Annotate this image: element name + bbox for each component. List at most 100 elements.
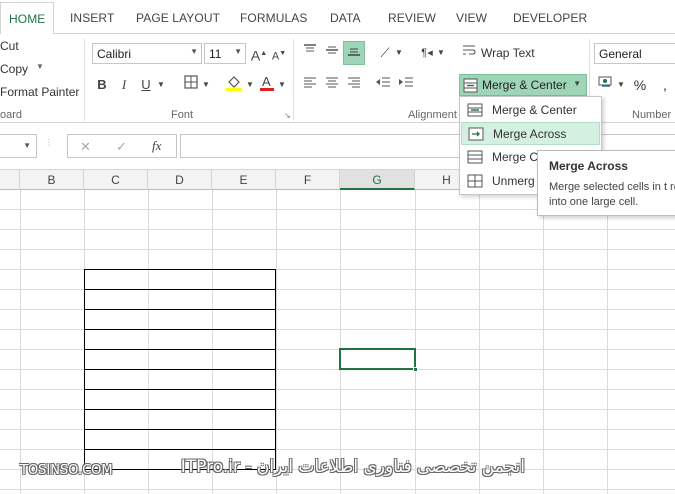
column-header-d[interactable]: D	[148, 170, 212, 190]
merge-center-label: Merge & Center	[482, 78, 567, 92]
column-header-f[interactable]: F	[276, 170, 340, 190]
watermark-right: انجمن تخصصی فناوری اطلاعات ایران - ITPro…	[180, 457, 525, 477]
accounting-format-icon[interactable]	[597, 74, 615, 96]
bold-button[interactable]: B	[95, 74, 109, 96]
comma-style-icon[interactable]: ,	[656, 74, 674, 96]
column-header-g[interactable]: G	[340, 170, 415, 190]
font-color-chevron-down-icon[interactable]: ▼	[278, 74, 286, 96]
number-format-combo[interactable]: General	[594, 43, 675, 64]
top-align-icon[interactable]	[300, 42, 320, 64]
rtl-text-direction-icon[interactable]: ¶◂	[418, 42, 436, 64]
svg-text:A: A	[262, 74, 271, 89]
merge-center-button[interactable]: Merge & Center ▼	[459, 74, 587, 96]
underline-button[interactable]: U	[139, 74, 153, 96]
copy-button[interactable]: Copy	[0, 62, 28, 76]
cut-button[interactable]: Cut	[0, 39, 19, 53]
gridline	[0, 489, 675, 490]
watermark-left: TOSINSO.COM	[20, 463, 113, 478]
italic-button[interactable]: I	[117, 74, 131, 96]
copy-chevron-down-icon[interactable]: ▼	[36, 62, 44, 71]
increase-indent-icon[interactable]	[396, 74, 416, 96]
menu-item-label: Merge C	[492, 150, 539, 164]
range-border-line	[84, 369, 276, 370]
tab-view[interactable]: VIEW	[456, 11, 487, 25]
tab-data[interactable]: DATA	[330, 11, 361, 25]
font-size-combo[interactable]: 11 ▼	[204, 43, 246, 64]
merge-center-icon	[463, 78, 478, 93]
align-left-icon[interactable]	[300, 74, 320, 96]
underline-chevron-down-icon[interactable]: ▼	[157, 74, 165, 96]
range-border-line	[84, 349, 276, 350]
merge-center-icon	[467, 103, 483, 117]
gridline	[0, 249, 675, 250]
active-cell[interactable]	[339, 348, 418, 372]
name-box[interactable]: ▼	[0, 134, 37, 158]
wrap-text-icon	[461, 42, 477, 64]
ribbon-tab-bar: HOME INSERT PAGE LAYOUT FORMULAS DATA RE…	[0, 0, 675, 35]
worksheet-grid[interactable]	[0, 190, 675, 494]
unmerge-cells-icon	[467, 174, 483, 188]
range-border-line	[84, 329, 276, 330]
insert-function-icon[interactable]: fx	[152, 138, 161, 154]
text-direction-chevron-down-icon[interactable]: ▼	[437, 42, 445, 64]
fill-handle[interactable]	[413, 367, 418, 372]
merge-across-icon	[468, 127, 484, 141]
menu-item-label: Merge & Center	[492, 103, 577, 117]
chevron-down-icon: ▼	[234, 47, 242, 56]
tab-insert[interactable]: INSERT	[70, 11, 114, 25]
range-border-line	[84, 409, 276, 410]
chevron-down-icon: ▼	[190, 47, 198, 56]
select-all-corner[interactable]	[0, 170, 20, 190]
align-center-icon[interactable]	[322, 74, 342, 96]
percent-style-button[interactable]: %	[631, 74, 649, 96]
number-group-label: Number	[632, 109, 672, 121]
formula-bar-grip-icon: ⋮	[45, 138, 53, 147]
font-color-icon[interactable]: A	[258, 74, 276, 96]
menu-item-merge-center[interactable]: Merge & Center	[461, 99, 600, 122]
orientation-icon[interactable]: ⟋	[376, 42, 394, 64]
menu-item-merge-across[interactable]: Merge Across	[461, 122, 600, 145]
gridline	[0, 229, 675, 230]
name-box-chevron-down-icon[interactable]: ▼	[23, 141, 31, 150]
align-right-icon[interactable]	[344, 74, 364, 96]
grow-font-icon[interactable]: A▲	[250, 43, 268, 65]
font-name-combo[interactable]: Calibri ▼	[92, 43, 202, 64]
group-divider	[293, 39, 294, 121]
middle-align-icon[interactable]	[322, 42, 342, 64]
shrink-font-icon[interactable]: A▼	[270, 43, 288, 65]
borders-chevron-down-icon[interactable]: ▼	[202, 74, 210, 96]
tooltip-description: Merge selected cells in t row into one l…	[549, 181, 675, 208]
borders-icon[interactable]	[182, 74, 200, 96]
enter-icon[interactable]: ✓	[116, 139, 127, 155]
orientation-chevron-down-icon[interactable]: ▼	[395, 42, 403, 64]
merge-cells-icon	[467, 150, 483, 164]
tab-home[interactable]: HOME	[0, 2, 55, 35]
clipboard-group-label: oard	[0, 109, 23, 121]
tab-developer[interactable]: DEVELOPER	[513, 11, 587, 25]
tab-review[interactable]: REVIEW	[388, 11, 436, 25]
tab-page-layout[interactable]: PAGE LAYOUT	[136, 11, 220, 25]
column-header-c[interactable]: C	[84, 170, 148, 190]
wrap-text-button[interactable]: Wrap Text	[481, 46, 535, 60]
column-header-b[interactable]: B	[20, 170, 84, 190]
range-border-line	[84, 289, 276, 290]
fill-color-chevron-down-icon[interactable]: ▼	[246, 74, 254, 96]
fill-color-icon[interactable]	[224, 74, 244, 96]
range-border-line	[84, 429, 276, 430]
decrease-indent-icon[interactable]	[373, 74, 393, 96]
font-name-value: Calibri	[97, 47, 132, 61]
watermark: TOSINSO.COM انجمن تخصصی فناوری اطلاعات ا…	[0, 455, 675, 485]
merge-chevron-down-icon[interactable]: ▼	[573, 79, 581, 88]
range-border-line	[84, 449, 276, 450]
range-border-line	[84, 389, 276, 390]
menu-item-label: Merge Across	[493, 127, 567, 141]
formula-buttons: ✕ ✓ fx	[67, 134, 177, 158]
accounting-chevron-down-icon[interactable]: ▼	[617, 74, 625, 96]
format-painter-button[interactable]: Format Painter	[0, 85, 79, 99]
column-header-e[interactable]: E	[212, 170, 276, 190]
tab-formulas[interactable]: FORMULAS	[240, 11, 307, 25]
bottom-align-icon[interactable]	[343, 41, 365, 65]
cancel-icon[interactable]: ✕	[80, 139, 91, 155]
font-dialog-launcher-icon[interactable]: ↘	[284, 111, 291, 120]
range-border-line	[84, 309, 276, 310]
